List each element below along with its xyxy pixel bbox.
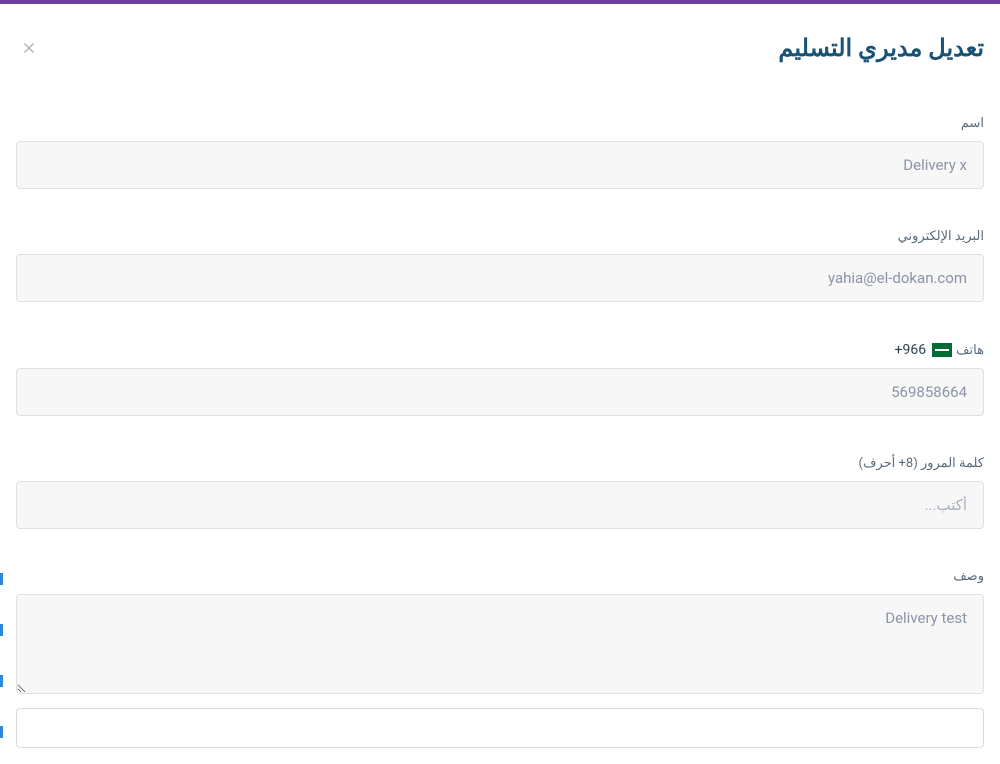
extra-field[interactable] xyxy=(16,708,984,748)
saudi-flag-icon xyxy=(932,343,952,357)
modal-title: تعديل مديري التسليم xyxy=(778,34,984,62)
side-indicator xyxy=(0,726,3,738)
description-label: وصف xyxy=(16,569,984,584)
modal-header: تعديل مديري التسليم xyxy=(16,34,984,66)
phone-field-group: هاتف +966 xyxy=(16,342,984,416)
country-code: +966 xyxy=(895,342,927,358)
password-input[interactable] xyxy=(16,481,984,529)
side-indicator xyxy=(0,675,3,687)
email-input[interactable] xyxy=(16,254,984,302)
description-field-group: وصف Delivery test xyxy=(16,569,984,698)
password-field-group: كلمة المرور (8+ أحرف) xyxy=(16,456,984,529)
phone-label: هاتف xyxy=(956,343,984,358)
password-label: كلمة المرور (8+ أحرف) xyxy=(16,456,984,471)
side-indicator xyxy=(0,624,3,636)
email-label: البريد الإلكتروني xyxy=(16,229,984,244)
name-label: اسم xyxy=(16,116,984,131)
close-button[interactable] xyxy=(16,34,42,66)
close-icon xyxy=(20,39,38,57)
name-input[interactable] xyxy=(16,141,984,189)
name-field-group: اسم xyxy=(16,116,984,189)
email-field-group: البريد الإلكتروني xyxy=(16,229,984,302)
description-textarea[interactable]: Delivery test xyxy=(16,594,984,694)
side-indicator xyxy=(0,573,3,585)
phone-label-row: هاتف +966 xyxy=(16,342,984,358)
phone-input[interactable] xyxy=(16,368,984,416)
edit-delivery-manager-modal: تعديل مديري التسليم اسم البريد الإلكترون… xyxy=(0,4,1000,764)
